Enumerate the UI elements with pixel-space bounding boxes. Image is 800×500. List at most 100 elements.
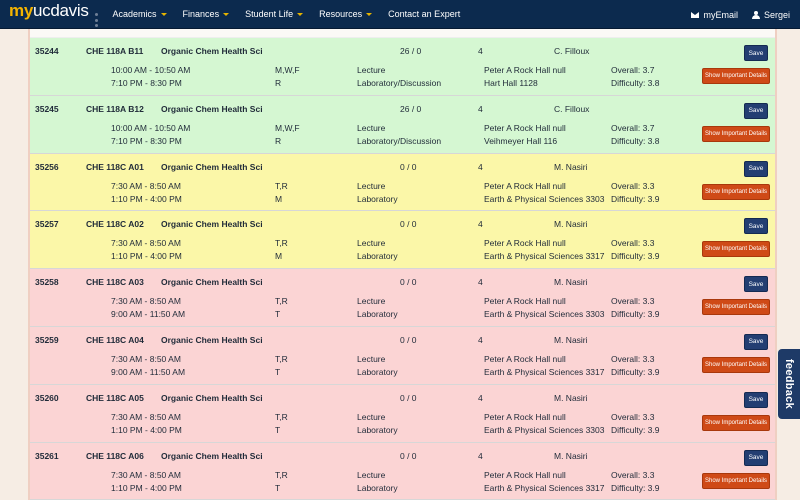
lab-type: Laboratory: [357, 366, 398, 377]
lecture-location: Peter A Rock Hall null: [484, 180, 566, 191]
show-details-button[interactable]: Show Important Details: [702, 125, 770, 142]
lab-location: Earth & Physical Sciences 3317: [484, 251, 605, 262]
lecture-days: M,W,F: [275, 65, 300, 75]
overall-rating: Overall: 3.3: [611, 296, 655, 307]
course-title: Organic Chem Health Sci: [161, 161, 263, 172]
nav-item-finances[interactable]: Finances: [183, 9, 230, 19]
save-button[interactable]: Save: [744, 160, 768, 177]
overall-rating: Overall: 3.3: [611, 469, 655, 480]
crn: 35244: [35, 46, 59, 56]
feedback-tab[interactable]: feedback: [778, 349, 800, 419]
overall-rating: Overall: 3.3: [611, 238, 655, 249]
apps-menu-icon[interactable]: [94, 13, 99, 27]
course-row: 35259 CHE 118C A04 Organic Chem Health Sci…: [30, 326, 775, 385]
lab-type: Laboratory/Discussion: [357, 135, 442, 146]
myucdavis-logo[interactable]: my ucdavis: [9, 1, 99, 27]
course-row: 35260 CHE 118C A05 Organic Chem Health Sci…: [30, 384, 775, 443]
lecture-location: Peter A Rock Hall null: [484, 411, 566, 422]
lecture-time: 10:00 AM - 10:50 AM: [111, 65, 191, 75]
lecture-days: M,W,F: [275, 122, 300, 133]
difficulty-rating: Difficulty: 3.9: [611, 193, 660, 204]
course-title: Organic Chem Health Sci: [161, 103, 263, 114]
nav-item-label: Resources: [319, 9, 363, 19]
save-button[interactable]: Save: [744, 218, 768, 235]
overall-rating: Overall: 3.3: [611, 180, 655, 191]
lab-location: Earth & Physical Sciences 3317: [484, 366, 605, 377]
seats: 0 / 0: [400, 277, 417, 288]
chevron-down-icon: [366, 12, 373, 16]
lab-time: 1:10 PM - 4:00 PM: [111, 251, 182, 262]
show-details-button[interactable]: Show Important Details: [702, 183, 770, 200]
lecture-type: Lecture: [357, 411, 386, 422]
feedback-label: feedback: [783, 358, 795, 410]
show-details-button[interactable]: Show Important Details: [702, 472, 770, 489]
logo-my: my: [9, 1, 33, 20]
save-button[interactable]: Save: [744, 276, 768, 293]
lecture-days: T,R: [275, 180, 288, 191]
course-title: Organic Chem Health Sci: [161, 219, 263, 230]
units: 4: [478, 103, 483, 114]
logo-ucdavis: ucdavis: [32, 1, 89, 20]
lab-days: R: [275, 135, 282, 146]
instructor: C. Filloux: [554, 103, 590, 114]
save-button[interactable]: Save: [744, 45, 768, 61]
difficulty-rating: Difficulty: 3.9: [611, 366, 660, 377]
overall-rating: Overall: 3.3: [611, 411, 655, 422]
chevron-down-icon: [160, 12, 167, 16]
units: 4: [478, 46, 483, 56]
nav-item-label: Finances: [182, 9, 220, 19]
difficulty-rating: Difficulty: 3.9: [611, 309, 660, 320]
show-details-button[interactable]: Show Important Details: [702, 299, 770, 316]
instructor: M. Nasiri: [554, 219, 588, 230]
units: 4: [478, 277, 483, 288]
nav-item-resources[interactable]: Resources: [319, 9, 373, 19]
lab-days: T: [275, 309, 281, 320]
course-results-panel: 35244 CHE 118A B11 Organic Chem Health Sci…: [28, 29, 777, 500]
show-details-button[interactable]: Show Important Details: [702, 68, 770, 84]
difficulty-rating: Difficulty: 3.9: [611, 251, 660, 262]
lecture-type: Lecture: [357, 65, 386, 75]
lab-days: T: [275, 482, 281, 493]
lecture-type: Lecture: [357, 238, 386, 249]
nav-item-academics[interactable]: Academics: [113, 9, 167, 19]
nav-item-contact-an-expert[interactable]: Contact an Expert: [388, 9, 460, 19]
lab-days: M: [275, 193, 283, 204]
save-button[interactable]: Save: [744, 391, 768, 408]
show-details-button[interactable]: Show Important Details: [702, 356, 770, 373]
course-row: 35256 CHE 118C A01 Organic Chem Health Sci…: [30, 153, 775, 212]
course-code: CHE 118A B12: [86, 103, 144, 114]
main-nav: Academics Finances Student Life Resources Co…: [113, 0, 477, 28]
lecture-location: Peter A Rock Hall null: [484, 65, 566, 75]
lecture-location: Peter A Rock Hall null: [484, 122, 566, 133]
course-list: 35244 CHE 118A B11 Organic Chem Health Sci…: [30, 38, 775, 500]
lecture-location: Peter A Rock Hall null: [484, 296, 566, 307]
show-details-button[interactable]: Show Important Details: [702, 241, 770, 258]
save-button[interactable]: Save: [744, 102, 768, 119]
nav-item-student-life[interactable]: Student Life: [245, 9, 304, 19]
user-menu[interactable]: Sergei: [751, 10, 790, 20]
nav-item-label: Academics: [112, 9, 157, 19]
top-navbar: my ucdavis Academics Finances Student Life R…: [0, 0, 800, 29]
seats: 0 / 0: [400, 334, 417, 345]
top-strip: [30, 29, 775, 38]
course-row: 35244 CHE 118A B11 Organic Chem Health Sci…: [30, 38, 775, 96]
seats: 26 / 0: [400, 46, 422, 56]
lab-location: Hart Hall 1128: [484, 78, 538, 88]
course-title: Organic Chem Health Sci: [161, 46, 263, 56]
lecture-type: Lecture: [357, 180, 386, 191]
lab-type: Laboratory: [357, 193, 398, 204]
save-button[interactable]: Save: [744, 449, 768, 466]
navbar-right: myEmail Sergei: [677, 0, 790, 29]
nav-item-label: Student Life: [245, 9, 294, 19]
lecture-type: Lecture: [357, 296, 386, 307]
save-button[interactable]: Save: [744, 333, 768, 350]
course-title: Organic Chem Health Sci: [161, 392, 263, 403]
instructor: M. Nasiri: [554, 277, 588, 288]
lab-days: T: [275, 424, 281, 435]
lab-time: 1:10 PM - 4:00 PM: [111, 482, 182, 493]
lecture-time: 10:00 AM - 10:50 AM: [111, 122, 191, 133]
myemail-link[interactable]: myEmail: [691, 10, 738, 20]
overall-rating: Overall: 3.7: [611, 65, 655, 75]
show-details-button[interactable]: Show Important Details: [702, 414, 770, 431]
lab-time: 1:10 PM - 4:00 PM: [111, 424, 182, 435]
